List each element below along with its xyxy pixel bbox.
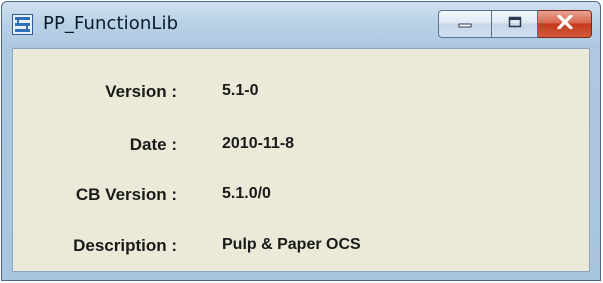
- close-button[interactable]: [538, 10, 592, 38]
- title-bar[interactable]: PP_FunctionLib: [2, 2, 600, 48]
- description-label: Description :: [73, 236, 177, 255]
- date-value: 2010-11-8: [222, 135, 295, 152]
- window-title: PP_FunctionLib: [43, 13, 179, 34]
- info-panel: Version : 5.1-0 Date : 2010-11-8 CB Vers…: [12, 48, 590, 272]
- minimize-icon: [457, 15, 473, 33]
- dialog-window: PP_FunctionLib Version: 5.1-0 Date: 20…: [1, 1, 601, 281]
- version-value: 5.1-0: [222, 82, 259, 99]
- maximize-icon: [508, 15, 522, 33]
- cb-version-value: 5.1.0/0: [222, 185, 271, 202]
- description-row: Description : Pulp & Paper OCS: [13, 236, 589, 260]
- description-value: Pulp & Paper OCS: [222, 236, 361, 253]
- cb-version-label: CB Version :: [75, 185, 177, 204]
- application-icon[interactable]: [12, 14, 33, 35]
- cb-version-row: CB Version : 5.1.0/0: [13, 185, 589, 209]
- version-row: Version : 5.1-0: [13, 82, 589, 106]
- maximize-button[interactable]: [492, 10, 538, 38]
- minimize-button[interactable]: [438, 10, 492, 38]
- close-icon: [556, 13, 573, 34]
- date-label: Date :: [129, 135, 177, 154]
- date-row: Date : 2010-11-8: [13, 135, 589, 159]
- version-label: Version :: [105, 82, 177, 101]
- window-controls: [438, 10, 592, 40]
